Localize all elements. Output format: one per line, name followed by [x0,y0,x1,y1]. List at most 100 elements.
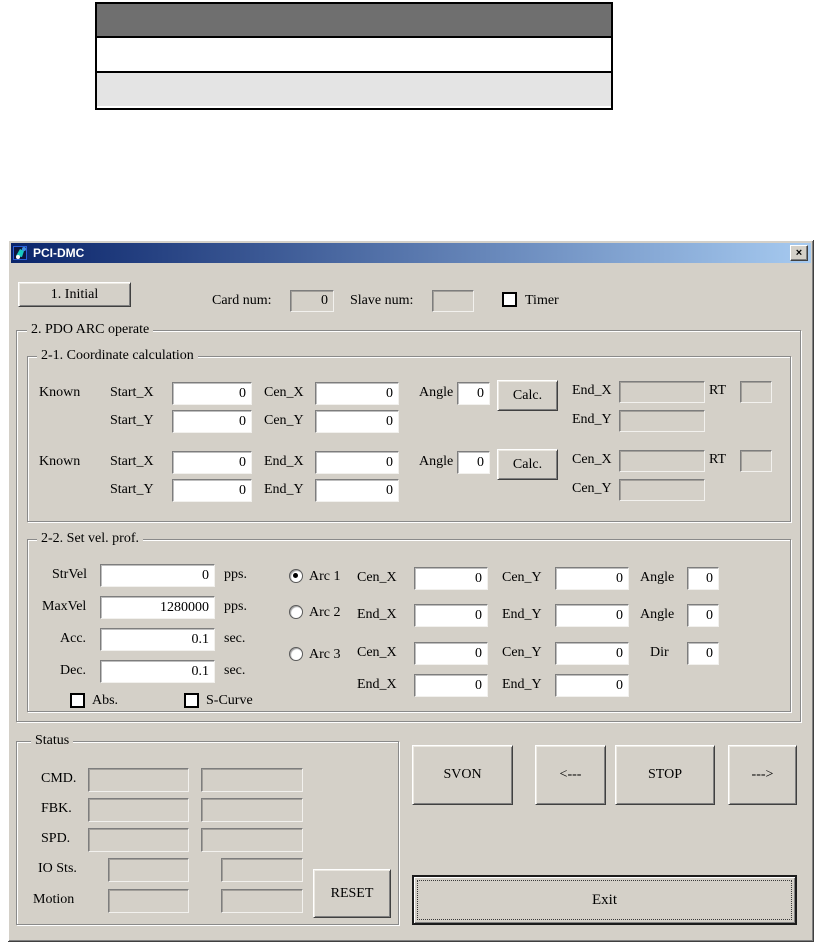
dec-label: Dec. [60,663,87,678]
start-x-input[interactable] [172,382,252,405]
arc3-cen-x-input[interactable] [414,642,488,665]
acc-input[interactable] [100,628,215,651]
arc3-end-y-label: End_Y [502,677,542,692]
arc3-end-y-input[interactable] [555,674,629,697]
scurve-checkbox[interactable] [184,693,199,708]
pdo-arc-group: 2. PDO ARC operate 2-1. Coordinate calcu… [16,322,801,722]
arc3-radio[interactable] [289,647,303,661]
pci-dmc-window: PCI-DMC × 1. Initial Card num: Slave num… [8,240,814,942]
arc3-dir-input[interactable] [687,642,719,665]
angle-label: Angle [419,454,454,469]
end-y-result[interactable] [619,410,705,432]
acc-label: Acc. [60,631,87,646]
cen-y-input[interactable] [315,410,399,433]
arc1-radio[interactable] [289,569,303,583]
table-row [97,73,611,106]
jog-right-button[interactable]: ---> [728,745,797,805]
fbk-value-1 [88,798,189,822]
timer-label: Timer [525,293,559,308]
end-x-result[interactable] [619,381,705,403]
document-table [95,2,613,110]
cen-x-input[interactable] [315,382,399,405]
known-label: Known [39,385,81,400]
io-sts-label: IO Sts. [38,861,77,876]
maxvel-label: MaxVel [42,599,87,614]
pdo-arc-group-title: 2. PDO ARC operate [27,322,154,338]
table-row [97,38,611,73]
end-y-input[interactable] [315,479,399,502]
start-x-input[interactable] [172,451,252,474]
arc2-radio[interactable] [289,605,303,619]
cen-x-result[interactable] [619,450,705,472]
acc-unit: sec. [224,631,246,646]
rt-label: RT [709,452,727,467]
rt-result[interactable] [740,450,772,472]
end-x-input[interactable] [315,451,399,474]
titlebar: PCI-DMC × [11,243,811,263]
cen-y-result[interactable] [619,479,705,501]
arc3-cen-y-input[interactable] [555,642,629,665]
io-sts-value-1 [108,858,189,882]
slave-num-input[interactable] [432,290,474,312]
end-x-label: End_X [264,454,304,469]
angle-input[interactable] [457,382,490,405]
slave-num-label: Slave num: [350,293,414,308]
app-icon [13,246,27,260]
strvel-label: StrVel [52,567,87,582]
close-icon: × [795,246,803,259]
arc1-cen-x-input[interactable] [414,567,488,590]
vel-prof-group: 2-2. Set vel. prof. StrVel pps. MaxVel p… [27,531,791,712]
arc2-label: Arc 2 [309,605,341,620]
end-y-label: End_Y [264,482,304,497]
coordinate-group: 2-1. Coordinate calculation Known Start_… [27,348,791,522]
timer-checkbox[interactable] [502,292,517,307]
dec-unit: sec. [224,663,246,678]
arc2-end-y-input[interactable] [555,604,629,627]
abs-checkbox[interactable] [70,693,85,708]
status-group-title: Status [31,733,74,749]
reset-button[interactable]: RESET [313,869,391,918]
cen-x-label: Cen_X [572,452,612,467]
jog-left-button[interactable]: <--- [535,745,606,805]
initial-button[interactable]: 1. Initial [18,282,131,307]
calc-button[interactable]: Calc. [497,380,558,411]
start-y-label: Start_Y [110,413,154,428]
calc-button[interactable]: Calc. [497,449,558,480]
arc3-cen-y-label: Cen_Y [502,645,542,660]
maxvel-input[interactable] [100,596,215,619]
fbk-label: FBK. [41,801,72,816]
end-y-label: End_Y [572,412,612,427]
start-y-input[interactable] [172,479,252,502]
arc1-cen-y-input[interactable] [555,567,629,590]
arc2-end-y-label: End_Y [502,607,542,622]
start-y-input[interactable] [172,410,252,433]
dec-input[interactable] [100,660,215,683]
spd-value-1 [88,828,189,852]
arc3-end-x-input[interactable] [414,674,488,697]
coordinate-group-title: 2-1. Coordinate calculation [37,348,198,364]
arc2-angle-label: Angle [640,607,675,622]
arc1-angle-input[interactable] [687,567,719,590]
arc1-label: Arc 1 [309,569,341,584]
angle-input[interactable] [457,451,490,474]
close-button[interactable]: × [790,245,808,261]
stop-button[interactable]: STOP [615,745,715,805]
end-x-label: End_X [572,383,612,398]
exit-button[interactable]: Exit [412,875,797,925]
rt-result[interactable] [740,381,772,403]
motion-label: Motion [33,892,75,907]
strvel-input[interactable] [100,564,215,587]
svon-button[interactable]: SVON [412,745,513,805]
start-x-label: Start_X [110,385,154,400]
spd-label: SPD. [41,831,71,846]
arc3-label: Arc 3 [309,647,341,662]
io-sts-value-2 [221,858,303,882]
arc1-cen-y-label: Cen_Y [502,570,542,585]
motion-value-1 [108,889,189,913]
arc2-angle-input[interactable] [687,604,719,627]
arc2-end-x-label: End_X [357,607,397,622]
fbk-value-2 [201,798,303,822]
arc2-end-x-input[interactable] [414,604,488,627]
card-num-input[interactable] [290,290,334,312]
arc3-dir-label: Dir [650,645,669,660]
